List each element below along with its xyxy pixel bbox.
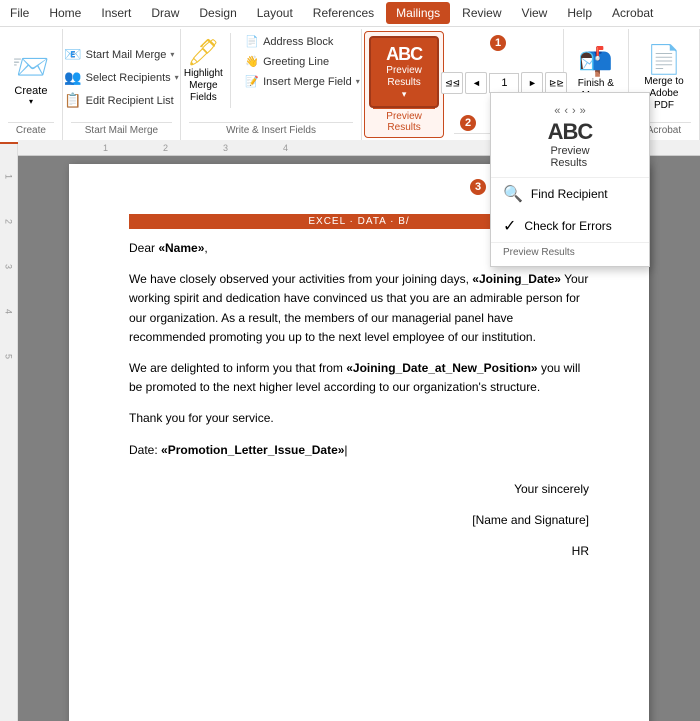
edit-recipient-list-button[interactable]: 📋 Edit Recipient List bbox=[58, 90, 184, 111]
edit-recipient-label: Edit Recipient List bbox=[86, 95, 174, 107]
menu-design[interactable]: Design bbox=[189, 2, 246, 24]
start-mail-merge-button[interactable]: 📧 Start Mail Merge ▾ bbox=[58, 44, 184, 65]
insert-merge-field-button[interactable]: 📝 Insert Merge Field ▾ bbox=[239, 73, 365, 90]
ribbon-group-create: 📨 Create ▾ Create bbox=[0, 29, 63, 140]
menu-insert[interactable]: Insert bbox=[91, 2, 141, 24]
select-recipients-label: Select Recipients bbox=[86, 72, 171, 84]
address-block-icon: 📄 bbox=[245, 35, 259, 48]
menu-file[interactable]: File bbox=[0, 2, 39, 24]
insert-merge-field-chevron: ▾ bbox=[356, 77, 360, 86]
menu-view[interactable]: View bbox=[512, 2, 558, 24]
dept-line: HR bbox=[129, 542, 589, 561]
nav-prev-button[interactable]: ◄ bbox=[465, 72, 487, 94]
menu-acrobat[interactable]: Acrobat bbox=[602, 2, 663, 24]
insert-merge-field-icon: 📝 bbox=[245, 75, 259, 88]
nav-prev-dd-icon: ‹ bbox=[564, 105, 568, 117]
name-field: «Name» bbox=[158, 241, 204, 255]
menu-layout[interactable]: Layout bbox=[247, 2, 303, 24]
menu-draw[interactable]: Draw bbox=[141, 2, 189, 24]
check-for-errors-label: Check for Errors bbox=[524, 219, 611, 233]
ruler-1: 1 bbox=[4, 174, 14, 179]
greeting-line-button[interactable]: 👋 Greeting Line bbox=[239, 53, 365, 70]
nav-first-button[interactable]: ⊴⊴ bbox=[441, 72, 463, 94]
greeting-line-icon: 👋 bbox=[245, 55, 259, 68]
nav-next-button[interactable]: ► bbox=[521, 72, 543, 94]
check-for-errors-icon: ✓ bbox=[503, 216, 516, 236]
preview-results-dropdown: « ‹ › » ABC PreviewResults 🔍 Find Recipi… bbox=[490, 92, 650, 267]
nav-next-dd-icon: › bbox=[572, 105, 576, 117]
find-recipient-icon: 🔍 bbox=[503, 184, 523, 204]
greeting-line-label: Greeting Line bbox=[263, 56, 329, 68]
date-line: Date: «Promotion_Letter_Issue_Date»| bbox=[129, 441, 589, 460]
find-recipient-item[interactable]: 🔍 Find Recipient bbox=[491, 178, 649, 210]
ribbon-group-write-insert: 🖊 HighlightMerge Fields 📄 Address Block … bbox=[181, 29, 362, 140]
ribbon-group-start-mail-merge: 📧 Start Mail Merge ▾ 👥 Select Recipients… bbox=[63, 29, 181, 140]
create-button[interactable]: 📨 Create ▾ bbox=[2, 46, 59, 110]
menu-help[interactable]: Help bbox=[557, 2, 602, 24]
closing-line: Your sincerely bbox=[129, 480, 589, 499]
highlight-label: HighlightMerge Fields bbox=[182, 68, 224, 104]
dropdown-abc-text: ABC bbox=[548, 119, 593, 145]
start-mail-merge-label: Start Mail Merge bbox=[86, 49, 167, 61]
group-label-write-insert: Write & Insert Fields bbox=[189, 122, 353, 136]
greeting-text: Dear bbox=[129, 241, 158, 255]
ruler-3: 3 bbox=[4, 264, 14, 269]
left-ruler: 1 2 3 4 5 bbox=[0, 144, 18, 721]
issue-date-field: «Promotion_Letter_Issue_Date» bbox=[161, 443, 344, 457]
ruler-2: 2 bbox=[4, 219, 14, 224]
create-icon: 📨 bbox=[12, 50, 49, 85]
insert-merge-field-label: Insert Merge Field bbox=[263, 76, 352, 88]
ribbon-group-preview-results: ABC PreviewResults ▾ Preview Results bbox=[364, 31, 444, 138]
highlight-merge-fields-button[interactable]: 🖊 HighlightMerge Fields bbox=[176, 33, 231, 108]
address-block-label: Address Block bbox=[263, 36, 333, 48]
create-chevron: ▾ bbox=[29, 97, 33, 106]
para2: We are delighted to inform you that from… bbox=[129, 359, 589, 397]
joining-date-position-field: «Joining_Date_at_New_Position» bbox=[346, 361, 537, 375]
nav-first-dd-icon: « bbox=[554, 105, 560, 117]
merge-pdf-icon: 📄 bbox=[647, 43, 682, 76]
check-for-errors-item[interactable]: ✓ Check for Errors bbox=[491, 210, 649, 242]
greeting-comma: , bbox=[204, 241, 207, 255]
badge-two: 2 bbox=[458, 113, 478, 133]
doc-content: Dear «Name», We have closely observed yo… bbox=[129, 239, 589, 561]
address-block-button[interactable]: 📄 Address Block bbox=[239, 33, 365, 50]
nav-last-dd-icon: » bbox=[580, 105, 586, 117]
finish-merge-icon: 📬 bbox=[578, 45, 613, 78]
ruler-5: 5 bbox=[4, 354, 14, 359]
select-recipients-icon: 👥 bbox=[64, 69, 81, 86]
para1: We have closely observed your activities… bbox=[129, 270, 589, 347]
edit-recipient-icon: 📋 bbox=[64, 92, 81, 109]
create-label: Create bbox=[14, 85, 47, 97]
group-label-start-mail-merge: Start Mail Merge bbox=[71, 122, 172, 136]
find-recipient-label: Find Recipient bbox=[531, 187, 608, 201]
ruler-4: 4 bbox=[4, 309, 14, 314]
preview-results-main-button[interactable]: ABC PreviewResults ▾ bbox=[369, 36, 439, 108]
menu-home[interactable]: Home bbox=[39, 2, 91, 24]
badge-three: 3 bbox=[468, 177, 488, 197]
para3: Thank you for your service. bbox=[129, 409, 589, 428]
dropdown-footer-label: Preview Results bbox=[491, 242, 649, 262]
preview-results-chevron-icon: ▾ bbox=[402, 89, 407, 100]
preview-results-label: PreviewResults bbox=[386, 65, 422, 89]
highlight-icon: 🖊 bbox=[187, 37, 220, 68]
nav-page-input[interactable] bbox=[489, 73, 519, 93]
group-label-create: Create bbox=[8, 122, 54, 136]
menu-mailings[interactable]: Mailings bbox=[386, 2, 450, 24]
menu-references[interactable]: References bbox=[303, 2, 384, 24]
dropdown-preview-label: PreviewResults bbox=[550, 145, 589, 169]
signature-line: [Name and Signature] bbox=[129, 511, 589, 530]
menu-review[interactable]: Review bbox=[452, 2, 511, 24]
start-mail-merge-chevron: ▾ bbox=[170, 50, 174, 59]
joining-date-field: «Joining_Date» bbox=[472, 272, 561, 286]
group-label-preview-results: Preview Results bbox=[373, 108, 435, 133]
badge-one: 1 bbox=[488, 33, 508, 53]
select-recipients-button[interactable]: 👥 Select Recipients ▾ bbox=[58, 67, 184, 88]
start-mail-merge-icon: 📧 bbox=[64, 46, 81, 63]
menu-bar: File Home Insert Draw Design Layout Refe… bbox=[0, 0, 700, 27]
dropdown-preview-item[interactable]: « ‹ › » ABC PreviewResults bbox=[491, 97, 649, 178]
